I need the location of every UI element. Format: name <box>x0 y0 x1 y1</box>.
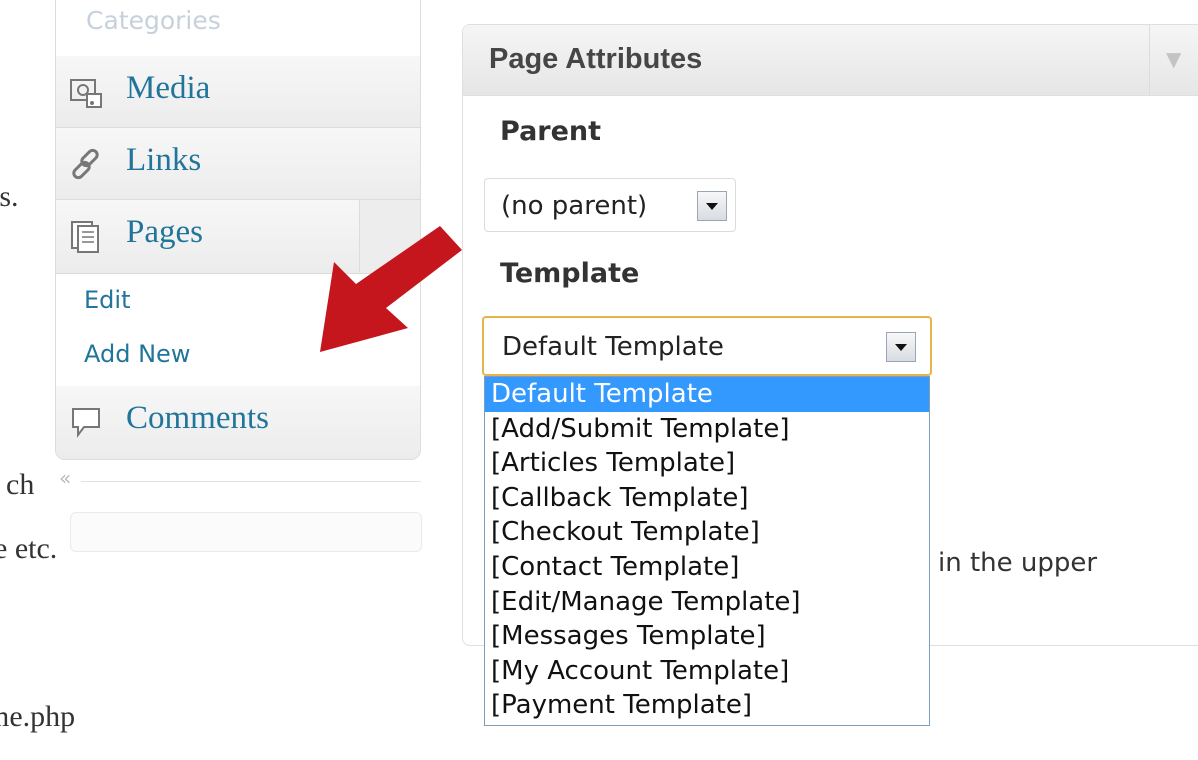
template-option[interactable]: [Contact Template] <box>485 550 929 585</box>
background-text-2: . <box>0 358 2 392</box>
red-arrow-annotation <box>320 226 462 352</box>
links-icon <box>68 146 104 182</box>
help-text: in the upper <box>938 548 1098 578</box>
sidebar-item-comments[interactable]: Comments <box>56 386 420 459</box>
sidebar-item-links[interactable]: Links <box>56 128 420 200</box>
template-select[interactable]: Default Template <box>482 316 932 376</box>
sidebar-item-categories[interactable]: Categories <box>56 0 420 57</box>
template-option[interactable]: [Callback Template] <box>485 481 929 516</box>
dropdown-arrow-icon[interactable] <box>697 191 727 221</box>
media-icon <box>68 74 104 110</box>
pages-icon <box>68 218 104 254</box>
collapse-arrow-icon: « <box>59 466 72 490</box>
sidebar-item-label: Media <box>126 70 211 106</box>
template-label: Template <box>500 258 640 289</box>
background-text-3: ch <box>6 468 35 501</box>
postbox-header[interactable]: Page Attributes ▼ <box>463 25 1198 96</box>
template-option[interactable]: [Payment Template] <box>485 688 929 723</box>
template-option[interactable]: [My Account Template] <box>485 654 929 689</box>
template-option[interactable]: [Messages Template] <box>485 619 929 654</box>
submenu-item-add-new[interactable]: Add New <box>84 340 190 368</box>
template-select-value: Default Template <box>502 332 724 362</box>
sidebar-item-label: Pages <box>126 214 203 250</box>
template-options-list: Default Template [Add/Submit Template] [… <box>484 376 930 726</box>
template-option[interactable]: [Edit/Manage Template] <box>485 585 929 620</box>
comments-icon <box>68 404 104 440</box>
postbox-title: Page Attributes <box>489 43 703 75</box>
faded-menu-item <box>70 512 422 552</box>
background-text-1: es. <box>0 180 19 213</box>
parent-select-value: (no parent) <box>501 191 648 221</box>
dropdown-arrow-icon[interactable] <box>886 332 916 362</box>
divider <box>81 481 421 482</box>
parent-select[interactable]: (no parent) <box>484 178 736 232</box>
template-option[interactable]: [Articles Template] <box>485 446 929 481</box>
background-text-5: me.php <box>0 700 76 733</box>
parent-label: Parent <box>500 116 602 147</box>
sidebar-item-label: Comments <box>126 400 270 436</box>
background-text-4: e etc. <box>0 532 58 565</box>
template-option[interactable]: [Add/Submit Template] <box>485 412 929 447</box>
toggle-arrow-icon: ▼ <box>1166 47 1182 71</box>
template-option[interactable]: [Checkout Template] <box>485 515 929 550</box>
template-option[interactable]: Default Template <box>485 377 929 412</box>
sidebar-item-media[interactable]: Media <box>56 56 420 128</box>
sidebar-item-label: Categories <box>86 6 221 35</box>
submenu-item-edit[interactable]: Edit <box>84 286 130 314</box>
collapse-menu[interactable]: « <box>55 466 421 498</box>
sidebar-item-label: Links <box>126 142 202 178</box>
postbox-toggle[interactable]: ▼ <box>1149 25 1198 95</box>
